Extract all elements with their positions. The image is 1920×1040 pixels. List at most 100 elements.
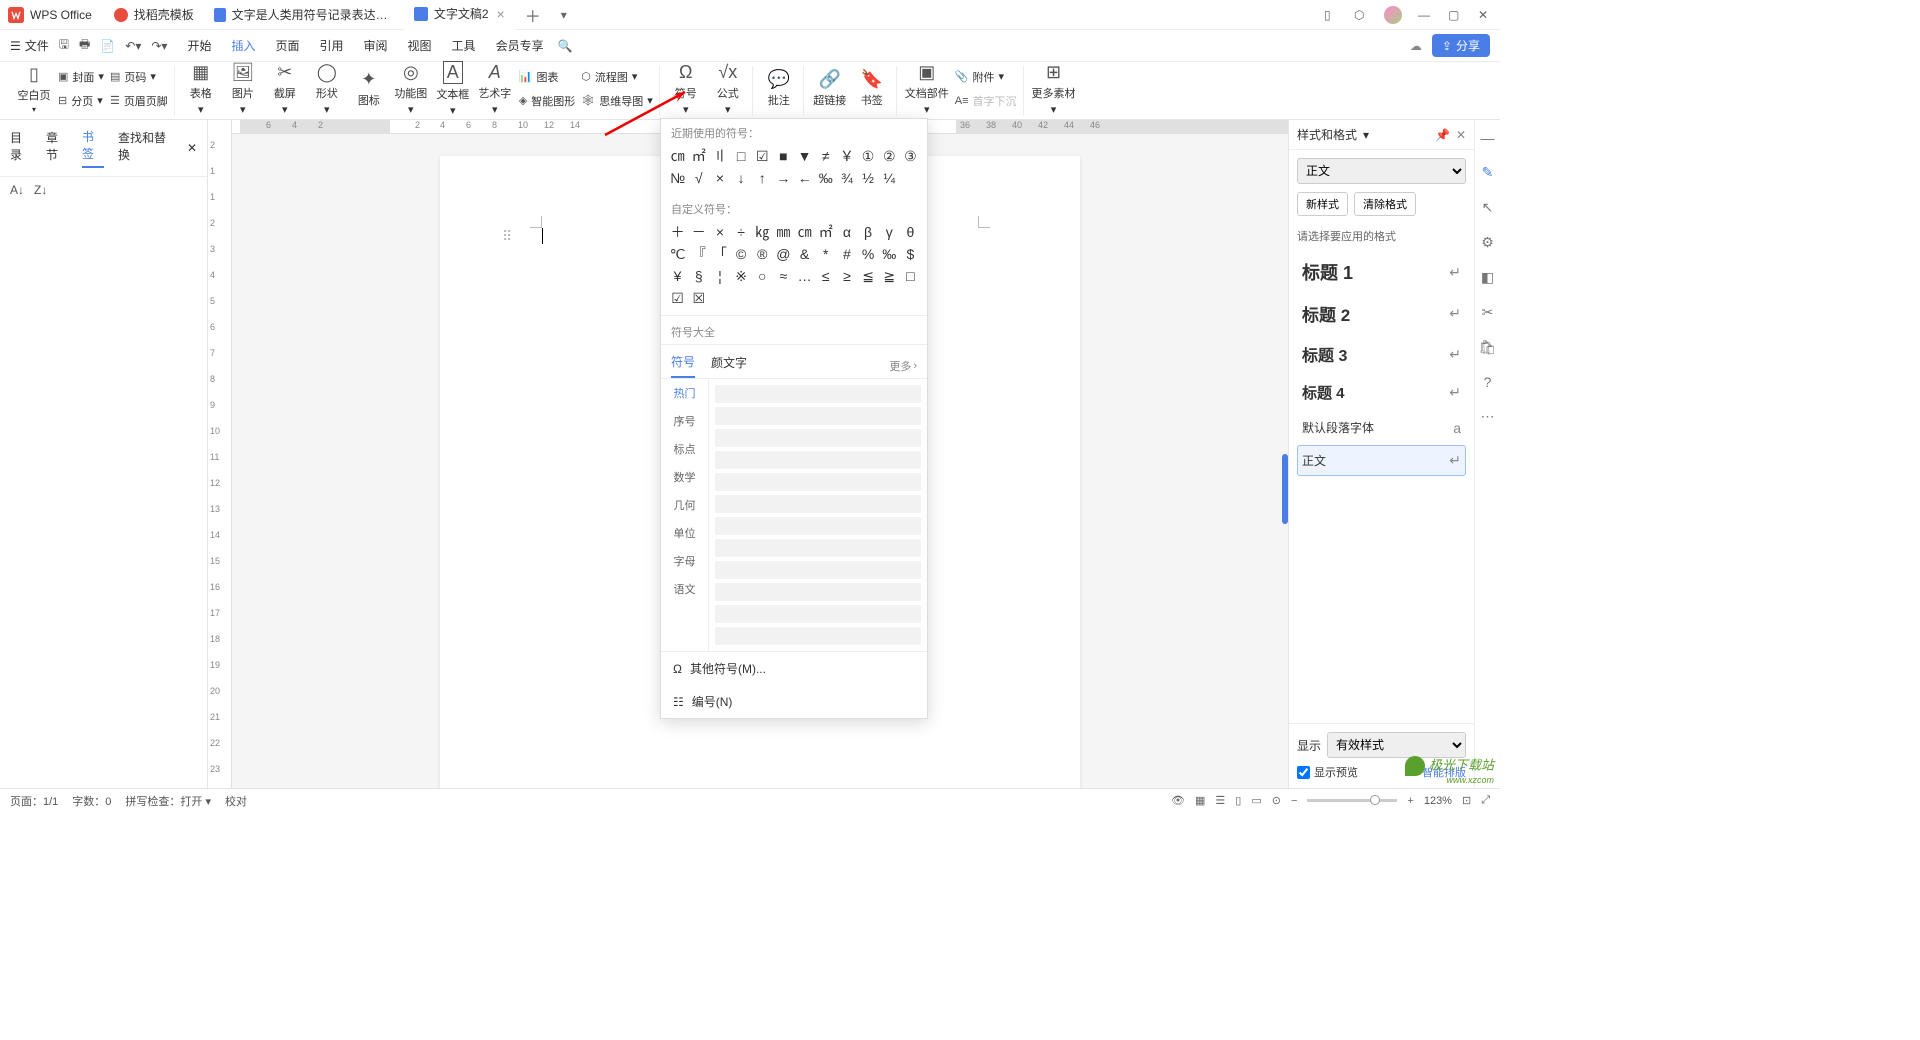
nav-tab-书签[interactable]: 书签 xyxy=(82,128,104,168)
symbol-cell[interactable]: ÷ xyxy=(730,221,751,243)
symbol-cell[interactable]: # xyxy=(836,243,857,265)
symbol-cell[interactable]: ○ xyxy=(752,265,773,287)
symbol-cell[interactable]: ≈ xyxy=(773,265,794,287)
clear-format-button[interactable]: 清除格式 xyxy=(1354,192,1416,216)
more-link[interactable]: 更多 › xyxy=(889,358,917,374)
minimize-icon[interactable]: ― xyxy=(1418,8,1432,22)
symbol-cell[interactable]: § xyxy=(688,265,709,287)
view-read-icon[interactable]: ▭ xyxy=(1251,794,1261,807)
symbol-cell[interactable]: ≠ xyxy=(815,145,836,167)
pin-icon[interactable]: 📌 xyxy=(1435,128,1450,142)
menu-会员专享[interactable]: 会员专享 xyxy=(496,37,544,54)
symbol-cell[interactable]: ½ xyxy=(857,167,878,189)
expand-icon[interactable]: ⤢ xyxy=(1481,794,1490,807)
pencil-icon[interactable]: ✎ xyxy=(1482,164,1494,181)
view-web-icon[interactable]: ☰ xyxy=(1215,794,1225,807)
symbol-cell[interactable]: ▼ xyxy=(794,145,815,167)
sort-asc-icon[interactable]: A↓ xyxy=(10,183,24,197)
symbol-cell[interactable]: × xyxy=(709,167,730,189)
symbol-category[interactable]: 数学 xyxy=(661,463,708,491)
zoom-out-icon[interactable]: − xyxy=(1291,795,1297,807)
symbol-category[interactable]: 字母 xyxy=(661,547,708,575)
symbol-cell[interactable]: α xyxy=(836,221,857,243)
numbering-button[interactable]: ☷ 编号(N) xyxy=(661,685,927,718)
smart-graphic-button[interactable]: ◈智能图形 xyxy=(519,90,575,112)
print-icon[interactable]: 🖶 xyxy=(79,35,90,56)
preview-checkbox[interactable]: 显示预览 xyxy=(1297,764,1358,780)
more-resources-button[interactable]: ⊞更多素材▾ xyxy=(1032,66,1076,112)
sort-desc-icon[interactable]: Z↓ xyxy=(34,183,47,197)
symbol-cell[interactable]: ☑ xyxy=(667,287,688,309)
symbol-cell[interactable]: ‰ xyxy=(879,243,900,265)
vertical-ruler[interactable]: 2112345678910111213141516171819202122232… xyxy=(208,120,232,788)
shape-button[interactable]: ◯形状▾ xyxy=(309,66,345,112)
symbol-cell[interactable]: ← xyxy=(794,167,815,189)
page-num-button[interactable]: ▤页码▾ xyxy=(110,66,168,88)
settings-icon[interactable]: ⚙ xyxy=(1481,234,1494,251)
formula-button[interactable]: √x公式▾ xyxy=(710,66,746,112)
scrollbar-thumb[interactable] xyxy=(1282,454,1288,524)
symbol-cell[interactable]: ㎡ xyxy=(688,145,709,167)
picture-button[interactable]: 🖼图片▾ xyxy=(225,66,261,112)
menu-视图[interactable]: 视图 xyxy=(408,37,432,54)
symbol-category[interactable]: 语文 xyxy=(661,575,708,603)
screenshot-button[interactable]: ✂截屏▾ xyxy=(267,66,303,112)
symbol-cell[interactable]: － xyxy=(688,221,709,243)
spellcheck-status[interactable]: 拼写检查：打开 ▾ xyxy=(125,793,211,809)
zoom-in-icon[interactable]: + xyxy=(1407,795,1413,807)
symbol-cell[interactable]: θ xyxy=(900,221,921,243)
nav-tab-章节[interactable]: 章节 xyxy=(46,129,68,167)
redo-icon[interactable]: ↷▾ xyxy=(151,39,167,53)
symbol-cell[interactable]: □ xyxy=(730,145,751,167)
share-button[interactable]: ⇪ 分享 xyxy=(1432,34,1490,57)
symbol-cell[interactable]: × xyxy=(709,221,730,243)
maximize-icon[interactable]: ▢ xyxy=(1448,8,1462,22)
icon-button[interactable]: ✦图标 xyxy=(351,66,387,112)
symbol-cell[interactable]: * xyxy=(815,243,836,265)
symbol-category[interactable]: 序号 xyxy=(661,407,708,435)
nav-tab-查找和替换[interactable]: 查找和替换 xyxy=(118,129,173,167)
tab-menu[interactable]: ▾ xyxy=(551,8,577,22)
fit-icon[interactable]: ⊡ xyxy=(1462,794,1471,807)
symbol-cell[interactable]: … xyxy=(794,265,815,287)
more-icon[interactable]: ⋯ xyxy=(1481,408,1495,425)
doc-parts-button[interactable]: ▣文档部件▾ xyxy=(905,66,949,112)
symbol-cell[interactable]: ¾ xyxy=(836,167,857,189)
avatar-icon[interactable] xyxy=(1384,6,1402,24)
menu-引用[interactable]: 引用 xyxy=(320,37,344,54)
undo-icon[interactable]: ↶▾ xyxy=(125,39,141,53)
box-icon[interactable]: ⬡ xyxy=(1354,8,1368,22)
symbol-category[interactable]: 单位 xyxy=(661,519,708,547)
tools-icon[interactable]: ✂ xyxy=(1482,304,1494,321)
symbol-cell[interactable]: © xyxy=(730,243,751,265)
symbol-cell[interactable]: ‰ xyxy=(815,167,836,189)
symbol-cell[interactable]: √ xyxy=(688,167,709,189)
nav-tab-目录[interactable]: 目录 xyxy=(10,129,32,167)
symbol-cell[interactable]: % xyxy=(857,243,878,265)
symbol-cell[interactable]: ③ xyxy=(900,145,921,167)
cursor-icon[interactable]: ↖ xyxy=(1482,199,1494,216)
zoom-level[interactable]: 123% xyxy=(1424,795,1452,807)
proofing-status[interactable]: 校对 xyxy=(225,793,247,809)
collapse-icon[interactable]: ― xyxy=(1481,130,1495,146)
cloud-icon[interactable]: ☁ xyxy=(1410,39,1422,53)
tab-doc2[interactable]: 文字文稿2 × xyxy=(404,0,515,30)
new-style-button[interactable]: 新样式 xyxy=(1297,192,1348,216)
style-item[interactable]: 标题 2↵ xyxy=(1297,294,1466,333)
symbol-cell[interactable]: γ xyxy=(879,221,900,243)
symbol-cell[interactable]: ㎜ xyxy=(773,221,794,243)
bookmark-button[interactable]: 🔖书签 xyxy=(854,66,890,112)
style-filter-select[interactable]: 有效样式 xyxy=(1327,732,1466,758)
close-panel-icon[interactable]: ✕ xyxy=(1456,128,1466,142)
tab-doc1[interactable]: 文字是人类用符号记录表达信息以… xyxy=(204,0,404,30)
cover-button[interactable]: ▣封面▾ xyxy=(58,66,104,88)
menu-审阅[interactable]: 审阅 xyxy=(364,37,388,54)
attachment-button[interactable]: 📎附件▾ xyxy=(955,66,1017,88)
mindmap-button[interactable]: 🕸思维导图▾ xyxy=(581,90,653,112)
layers-icon[interactable]: ◧ xyxy=(1481,269,1494,286)
symbol-cell[interactable]: ① xyxy=(857,145,878,167)
menu-页面[interactable]: 页面 xyxy=(275,37,299,54)
function-chart-button[interactable]: ◎功能图▾ xyxy=(393,66,429,112)
symbol-cell[interactable]: ↑ xyxy=(752,167,773,189)
symbol-cell[interactable]: ≤ xyxy=(815,265,836,287)
